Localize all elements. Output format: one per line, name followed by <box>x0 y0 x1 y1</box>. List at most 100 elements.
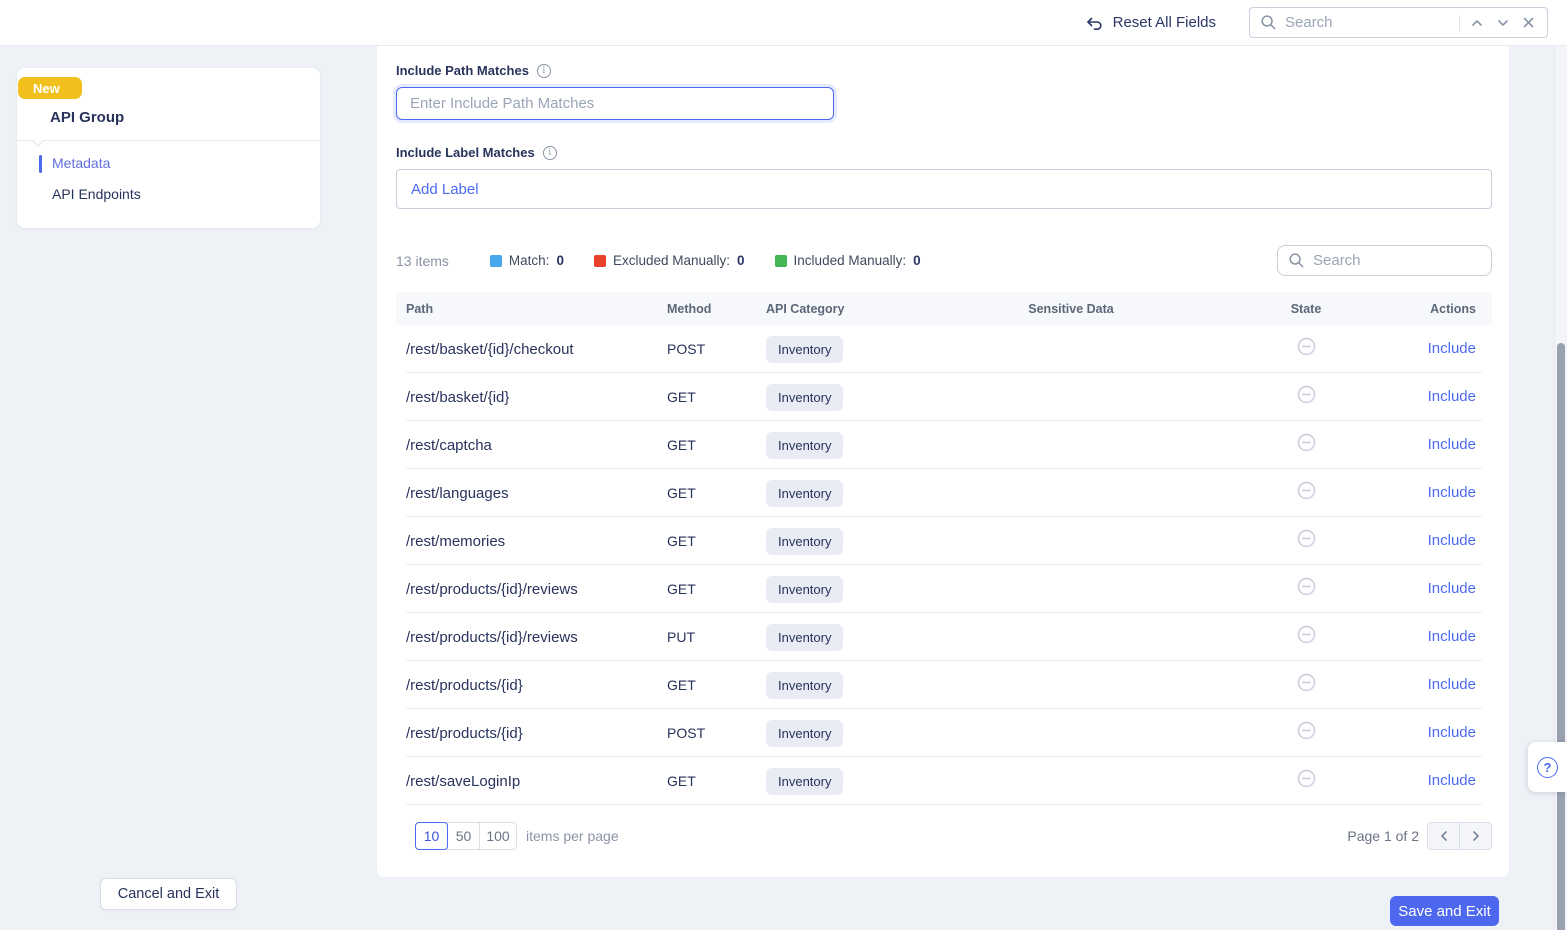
reset-all-fields-button[interactable]: Reset All Fields <box>1084 13 1216 33</box>
api-category-chip: Inventory <box>766 576 843 603</box>
table-search-input[interactable] <box>1313 252 1481 269</box>
include-path-matches-label: Include Path Matches <box>396 63 529 78</box>
cell-state <box>1211 385 1401 409</box>
page-size-100-button[interactable]: 100 <box>479 822 517 850</box>
legend-count: 0 <box>913 253 921 268</box>
api-group-sidebar: New API Group Metadata API Endpoints <box>17 68 320 228</box>
next-page-button[interactable] <box>1459 822 1492 850</box>
minus-circle-icon <box>1297 673 1316 692</box>
save-and-exit-button[interactable]: Save and Exit <box>1390 896 1499 926</box>
cell-actions: Include <box>1401 772 1492 790</box>
chevron-down-icon <box>1496 16 1510 30</box>
global-search-input[interactable] <box>1285 14 1451 31</box>
api-category-chip: Inventory <box>766 768 843 795</box>
column-header-path: Path <box>396 302 667 316</box>
table-search-box <box>1277 245 1492 276</box>
cell-path: /rest/basket/{id} <box>396 389 667 406</box>
table-row: /rest/languagesGETInventoryInclude <box>396 469 1492 517</box>
table-row: /rest/saveLoginIpGETInventory Include <box>396 757 1492 805</box>
cell-state <box>1211 721 1401 745</box>
cancel-and-exit-button[interactable]: Cancel and Exit <box>100 878 237 910</box>
legend-swatch-icon <box>490 255 502 267</box>
sidebar-item-metadata[interactable]: Metadata <box>52 155 110 171</box>
include-link[interactable]: Include <box>1428 580 1476 597</box>
minus-circle-icon <box>1297 529 1316 548</box>
cell-state <box>1211 673 1401 697</box>
api-category-chip: Inventory <box>766 384 843 411</box>
legend-item: Match: 0 <box>490 253 564 268</box>
previous-page-button[interactable] <box>1427 822 1460 850</box>
search-next-button[interactable] <box>1494 14 1512 32</box>
table-row: /rest/products/{id}GETInventoryInclude <box>396 661 1492 709</box>
cell-path: /rest/products/{id}/reviews <box>396 629 667 646</box>
new-badge: New <box>18 77 82 99</box>
include-link[interactable]: Include <box>1428 340 1476 357</box>
cell-actions: Include <box>1401 436 1492 454</box>
cell-actions: Include <box>1401 532 1492 550</box>
global-search-box <box>1249 7 1548 38</box>
include-link[interactable]: Include <box>1428 436 1476 453</box>
search-prev-button[interactable] <box>1468 14 1486 32</box>
info-icon[interactable]: i <box>543 146 557 160</box>
page-info: Page 1 of 2 <box>1347 828 1419 844</box>
legend-count: 0 <box>737 253 745 268</box>
cell-method: GET <box>667 581 766 597</box>
include-link[interactable]: Include <box>1428 484 1476 501</box>
cell-state <box>1211 625 1401 649</box>
include-link[interactable]: Include <box>1428 676 1476 693</box>
page-size-50-button[interactable]: 50 <box>447 822 480 850</box>
api-category-chip: Inventory <box>766 480 843 507</box>
items-per-page-label: items per page <box>526 828 619 844</box>
minus-circle-icon <box>1297 769 1316 788</box>
table-body: /rest/basket/{id}/checkoutPOSTInventoryI… <box>396 325 1492 805</box>
legend-label: Excluded Manually: <box>613 253 730 268</box>
cell-actions: Include <box>1401 388 1492 406</box>
close-icon <box>1522 16 1535 29</box>
table-row: /rest/products/{id}/reviewsPUTInventoryI… <box>396 613 1492 661</box>
cell-path: /rest/saveLoginIp <box>396 773 667 790</box>
api-category-chip: Inventory <box>766 720 843 747</box>
cell-api-category: Inventory <box>766 384 931 411</box>
page-size-selector: 1050100 <box>415 822 517 850</box>
cell-state <box>1211 769 1401 793</box>
table-row: /rest/products/{id}POSTInventoryInclude <box>396 709 1492 757</box>
cell-actions: Include <box>1401 724 1492 742</box>
cell-actions: Include <box>1401 340 1492 358</box>
question-mark-icon: ? <box>1537 757 1558 778</box>
minus-circle-icon <box>1297 433 1316 452</box>
cell-method: GET <box>667 485 766 501</box>
scrollbar-thumb[interactable] <box>1557 343 1565 930</box>
minus-circle-icon <box>1297 481 1316 500</box>
legend-label: Included Manually: <box>794 253 907 268</box>
info-icon[interactable]: i <box>537 64 551 78</box>
include-link[interactable]: Include <box>1428 628 1476 645</box>
help-button[interactable]: ? <box>1528 742 1567 792</box>
search-close-button[interactable] <box>1520 14 1537 31</box>
cell-api-category: Inventory <box>766 672 931 699</box>
cell-path: /rest/memories <box>396 533 667 550</box>
column-header-state: State <box>1211 302 1401 316</box>
include-link[interactable]: Include <box>1428 388 1476 405</box>
add-label-button[interactable]: Add Label <box>411 181 479 198</box>
cell-method: GET <box>667 437 766 453</box>
cell-api-category: Inventory <box>766 624 931 651</box>
include-link[interactable]: Include <box>1428 724 1476 741</box>
page-size-10-button[interactable]: 10 <box>415 822 448 850</box>
legend-item: Included Manually: 0 <box>775 253 921 268</box>
include-link[interactable]: Include <box>1428 532 1476 549</box>
include-path-matches-input[interactable] <box>396 87 834 120</box>
column-header-actions: Actions <box>1401 302 1492 316</box>
include-link[interactable]: Include <box>1428 772 1476 789</box>
column-header-api-category: API Category <box>766 302 931 316</box>
cell-api-category: Inventory <box>766 480 931 507</box>
cell-state <box>1211 577 1401 601</box>
legend-swatch-icon <box>775 255 787 267</box>
chevron-up-icon <box>1470 16 1484 30</box>
metadata-form-card: Include Path Matches i Include Label Mat… <box>376 46 1510 878</box>
sidebar-item-api-endpoints[interactable]: API Endpoints <box>52 186 141 202</box>
undo-icon <box>1084 13 1104 33</box>
cell-actions: Include <box>1401 628 1492 646</box>
cell-method: GET <box>667 773 766 789</box>
cell-actions: Include <box>1401 676 1492 694</box>
cell-method: GET <box>667 533 766 549</box>
